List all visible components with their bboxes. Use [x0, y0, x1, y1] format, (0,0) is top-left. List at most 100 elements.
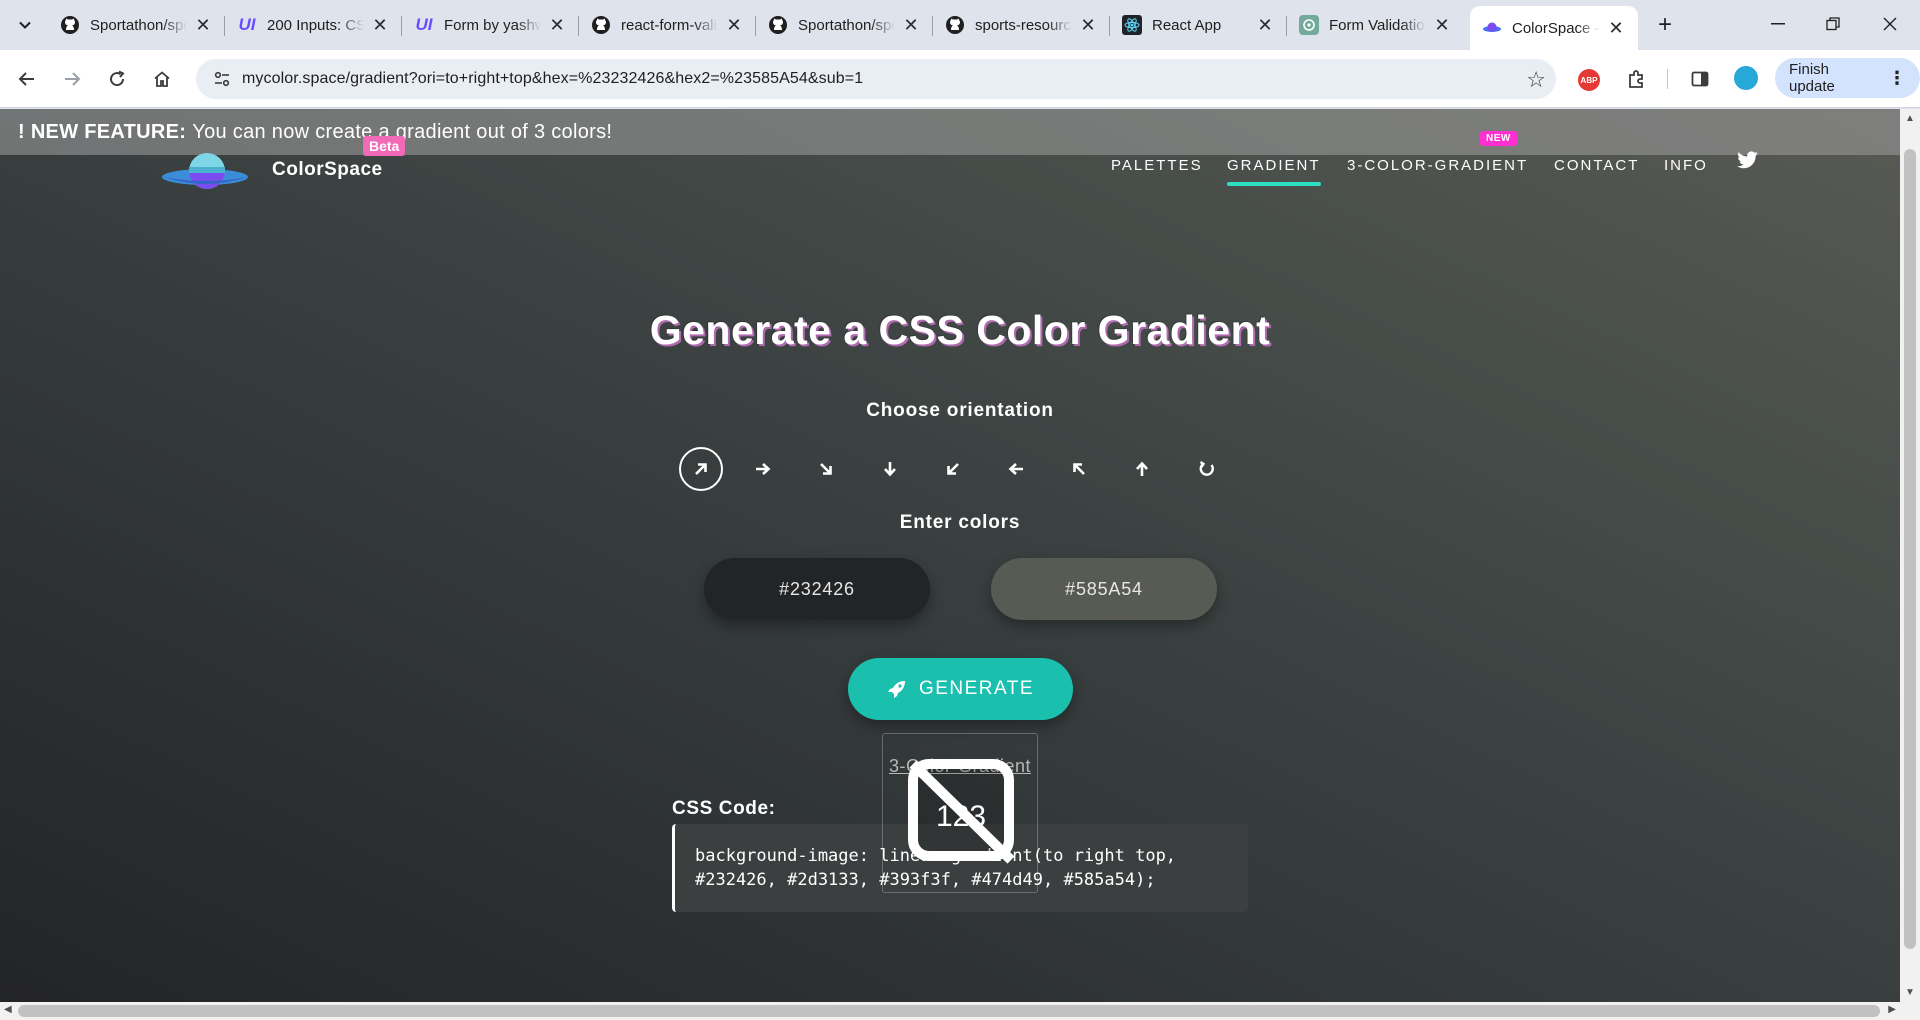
back-button[interactable]: [11, 63, 43, 95]
toolbar-divider: [1667, 69, 1668, 89]
orientation-to-left-bottom[interactable]: [931, 447, 975, 491]
arrow-up-icon: [1136, 461, 1148, 476]
forward-button[interactable]: [56, 63, 88, 95]
orientation-to-bottom[interactable]: [868, 447, 912, 491]
scroll-right-icon[interactable]: ▶: [1888, 1004, 1896, 1015]
close-tab-icon[interactable]: ✕: [370, 15, 390, 36]
tab-2[interactable]: UI 200 Inputs: CSS ✕: [225, 6, 402, 44]
feature-banner[interactable]: ! NEW FEATURE: You can now create a grad…: [0, 109, 1900, 155]
minimize-icon: [1771, 23, 1785, 25]
github-icon: [60, 15, 80, 35]
side-panel-icon: [1691, 71, 1709, 87]
orientation-to-right-bottom[interactable]: [804, 447, 848, 491]
extensions-button[interactable]: [1620, 63, 1652, 95]
close-window-button[interactable]: [1867, 8, 1913, 40]
brand-name[interactable]: ColorSpace: [272, 159, 383, 181]
arrow-down-right-icon: [820, 463, 832, 475]
orientation-label: Choose orientation: [866, 400, 1054, 421]
orientation-to-right[interactable]: [741, 447, 785, 491]
restore-icon: [1826, 17, 1840, 31]
nav-palettes[interactable]: PALETTES: [1111, 157, 1203, 174]
arrow-down-left-icon: [947, 463, 959, 475]
site-info-icon[interactable]: [202, 70, 242, 88]
horizontal-scrollbar[interactable]: ◀ ▶: [0, 1002, 1920, 1020]
rocket-icon: [887, 681, 905, 698]
color-2-input[interactable]: [991, 558, 1217, 620]
tab-5[interactable]: Sportathon/sports ✕: [756, 6, 933, 44]
address-bar[interactable]: mycolor.space/gradient?ori=to+right+top&…: [196, 59, 1556, 99]
scroll-up-icon[interactable]: ▲: [1900, 113, 1920, 124]
arrow-right-icon: [756, 463, 771, 475]
colorspace-planet-logo-icon[interactable]: [160, 151, 250, 195]
arrow-up-left-icon: [1073, 463, 1085, 475]
kebab-menu-icon[interactable]: ⋮: [1888, 68, 1906, 89]
tab-title: Form by yashwant: [444, 16, 541, 34]
finish-update-button[interactable]: Finish update ⋮: [1775, 58, 1920, 98]
arrow-left-icon: [1008, 463, 1023, 475]
minimize-button[interactable]: [1755, 8, 1801, 40]
close-tab-icon[interactable]: ✕: [1432, 15, 1452, 36]
scroll-down-icon[interactable]: ▼: [1900, 987, 1920, 998]
tab-title: Form Validation: [1329, 16, 1426, 34]
close-tab-icon[interactable]: ✕: [1606, 18, 1626, 39]
side-panel-button[interactable]: [1684, 63, 1716, 95]
chatgpt-icon: [1299, 15, 1319, 35]
orientation-to-right-top[interactable]: [679, 447, 723, 491]
tab-search-button[interactable]: [10, 10, 40, 40]
finish-update-label: Finish update: [1789, 61, 1835, 95]
tab-4[interactable]: react-form-validation ✕: [579, 6, 756, 44]
tab-7[interactable]: React App ✕: [1110, 6, 1287, 44]
home-button[interactable]: [146, 63, 178, 95]
close-tab-icon[interactable]: ✕: [901, 15, 921, 36]
tab-title: Sportathon/sports: [798, 16, 895, 34]
scroll-thumb-horizontal[interactable]: [18, 1005, 1880, 1017]
orientation-radial[interactable]: [1185, 447, 1229, 491]
bookmark-star-icon[interactable]: ☆: [1526, 67, 1546, 93]
tab-6[interactable]: sports-resources ✕: [933, 6, 1110, 44]
tab-1[interactable]: Sportathon/sports ✕: [48, 6, 225, 44]
orientation-to-top[interactable]: [1120, 447, 1164, 491]
nav-3-color-gradient[interactable]: 3-COLOR-GRADIENT: [1347, 157, 1528, 174]
profile-avatar[interactable]: [1734, 66, 1758, 90]
nav-info[interactable]: INFO: [1664, 157, 1708, 174]
no-numeric-input-icon: 123: [908, 759, 1015, 864]
tab-title: React App: [1152, 16, 1222, 34]
new-tab-button[interactable]: +: [1650, 10, 1680, 40]
enter-colors-label: Enter colors: [899, 512, 1021, 533]
orientation-to-left-top[interactable]: [1057, 447, 1101, 491]
scroll-thumb[interactable]: [1904, 149, 1916, 949]
restore-button[interactable]: [1810, 8, 1856, 40]
close-tab-icon[interactable]: ✕: [724, 15, 744, 36]
uiverse-icon: UI: [415, 15, 433, 34]
vertical-scrollbar[interactable]: ▲ ▼: [1900, 109, 1920, 1002]
uiverse-icon: UI: [238, 15, 256, 34]
tab-9-active[interactable]: ColorSpace - ✕: [1470, 6, 1638, 50]
twitter-icon[interactable]: [1737, 151, 1759, 169]
chevron-down-icon: [19, 21, 31, 29]
home-icon: [154, 71, 170, 87]
github-icon: [768, 15, 788, 35]
reload-button[interactable]: [101, 63, 133, 95]
nav-gradient[interactable]: GRADIENT: [1227, 157, 1321, 186]
scroll-left-icon[interactable]: ◀: [4, 1004, 12, 1015]
color-1-input[interactable]: [704, 558, 930, 620]
orientation-to-left[interactable]: [994, 447, 1038, 491]
puzzle-icon: [1629, 70, 1643, 88]
close-tab-icon[interactable]: ✕: [193, 15, 213, 36]
close-tab-icon[interactable]: ✕: [1255, 15, 1275, 36]
close-tab-icon[interactable]: ✕: [547, 15, 567, 36]
generate-button[interactable]: GENERATE: [848, 658, 1073, 720]
react-icon: [1122, 15, 1142, 35]
close-tab-icon[interactable]: ✕: [1078, 15, 1098, 36]
tab-title: Sportathon/sports: [90, 16, 187, 34]
github-icon: [945, 15, 965, 35]
nav-contact[interactable]: CONTACT: [1554, 157, 1639, 174]
adblock-icon[interactable]: ABP: [1578, 69, 1600, 91]
tab-3[interactable]: UI Form by yashwant ✕: [402, 6, 579, 44]
beta-badge: Beta: [363, 136, 406, 156]
tab-8[interactable]: Form Validation ✕: [1287, 6, 1464, 44]
forward-arrow-icon: [65, 72, 81, 86]
tab-title: ColorSpace -: [1512, 19, 1600, 37]
url-text[interactable]: mycolor.space/gradient?ori=to+right+top&…: [242, 70, 863, 88]
generate-label: GENERATE: [918, 678, 1035, 699]
